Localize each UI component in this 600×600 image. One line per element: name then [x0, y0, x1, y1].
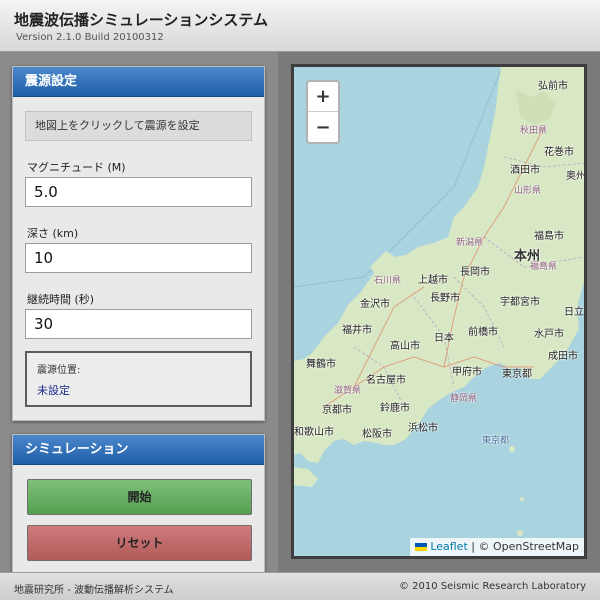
- map-label-maizuru: 舞鶴市: [306, 359, 336, 370]
- map-label-shiga: 滋賀県: [334, 386, 362, 396]
- map-label-joetsu: 上越市: [418, 275, 448, 286]
- map-label-hirosaki: 弘前市: [538, 81, 568, 92]
- map-label-kanazawa: 金沢市: [360, 299, 390, 310]
- duration-input[interactable]: [25, 309, 252, 339]
- map-label-nagoya: 名古屋市: [366, 375, 406, 386]
- epicenter-location-box: 震源位置: 未設定: [25, 351, 252, 407]
- map-label-narita: 成田市: [548, 351, 578, 362]
- map-label-kyoto: 京都市: [322, 405, 352, 416]
- depth-label: 深さ (km): [27, 227, 79, 240]
- magnitude-label: マグニチュード (M): [27, 161, 126, 174]
- map-label-suzuka: 鈴鹿市: [380, 403, 410, 414]
- map-label-tokyo-sea: 東京都: [482, 436, 510, 446]
- map-label-shizuoka: 静岡県: [450, 394, 478, 404]
- map-label-oshu: 奥州: [566, 171, 586, 182]
- magnitude-input[interactable]: [25, 177, 252, 207]
- version-label: Version 2.1.0 Build 20100312: [16, 32, 164, 43]
- reset-button[interactable]: リセット: [27, 525, 252, 561]
- map-label-hamamatsu: 浜松市: [408, 423, 438, 434]
- map-label-fukui: 福井市: [342, 325, 372, 336]
- app-header: 地震波伝播シミュレーションシステム Version 2.1.0 Build 20…: [0, 0, 600, 52]
- map-label-nihon: 日本: [434, 333, 454, 344]
- map-label-akita: 秋田県: [520, 126, 548, 136]
- attribution-separator: |: [471, 540, 475, 553]
- simulation-panel-title: シミュレーション: [13, 435, 264, 465]
- map-label-wakayama: 和歌山市: [294, 427, 334, 438]
- osm-link[interactable]: © OpenStreetMap: [478, 540, 579, 553]
- map-label-utsunomiya: 宇都宮市: [500, 297, 540, 308]
- zoom-control: + −: [306, 80, 340, 144]
- duration-label: 継続時間 (秒): [27, 293, 95, 306]
- map-label-ishikawa: 石川県: [374, 276, 402, 286]
- map-label-nagano: 長野市: [430, 293, 460, 304]
- map-label-kofu: 甲府市: [452, 367, 482, 378]
- map-label-yamagata: 山形県: [514, 186, 542, 196]
- map-label-sakata: 酒田市: [510, 165, 540, 176]
- map-label-matsusaka: 松阪市: [362, 429, 392, 440]
- ukraine-flag-icon: [415, 543, 428, 551]
- map-attribution: Leaflet | © OpenStreetMap: [410, 538, 584, 556]
- map-label-maebashi: 前橋市: [468, 327, 498, 338]
- map-label-nagaoka: 長岡市: [460, 267, 490, 278]
- zoom-out-button[interactable]: −: [308, 112, 338, 142]
- app-footer: 地震研究所 - 波動伝播解析システム © 2010 Seismic Resear…: [0, 572, 600, 600]
- map-label-hitachi: 日立: [564, 307, 584, 318]
- map-label-tokyo: 東京都: [502, 369, 532, 380]
- map-label-hanamaki: 花巻市: [544, 147, 574, 158]
- depth-input[interactable]: [25, 243, 252, 273]
- click-hint: 地図上をクリックして震源を設定: [25, 111, 252, 141]
- location-value: 未設定: [37, 384, 70, 397]
- start-button[interactable]: 開始: [27, 479, 252, 515]
- map-label-niigata: 新潟県: [456, 238, 484, 248]
- map-label-takayama: 高山市: [390, 341, 420, 352]
- leaflet-link[interactable]: Leaflet: [430, 540, 467, 553]
- location-label: 震源位置:: [37, 365, 81, 376]
- zoom-in-button[interactable]: +: [308, 82, 338, 112]
- app-title: 地震波伝播シミュレーションシステム: [14, 11, 268, 29]
- footer-copyright: © 2010 Seismic Research Laboratory: [398, 581, 586, 592]
- simulation-panel: シミュレーション 開始 リセット: [12, 434, 265, 574]
- map-view[interactable]: 弘前市 秋田県 花巻市 酒田市 奥州 山形県 新潟県 福島市 本州 福島県 石川…: [291, 64, 587, 559]
- epicenter-settings-panel: 震源設定 地図上をクリックして震源を設定 マグニチュード (M) 深さ (km)…: [12, 66, 265, 421]
- map-label-fukushima-pref: 福島県: [530, 262, 558, 272]
- footer-left-text: 地震研究所 - 波動伝播解析システム: [14, 585, 174, 596]
- sidebar: 震源設定 地図上をクリックして震源を設定 マグニチュード (M) 深さ (km)…: [0, 52, 278, 574]
- map-label-mito: 水戸市: [534, 329, 564, 340]
- map-label-fukushima-city: 福島市: [534, 231, 564, 242]
- epicenter-panel-title: 震源設定: [13, 67, 264, 97]
